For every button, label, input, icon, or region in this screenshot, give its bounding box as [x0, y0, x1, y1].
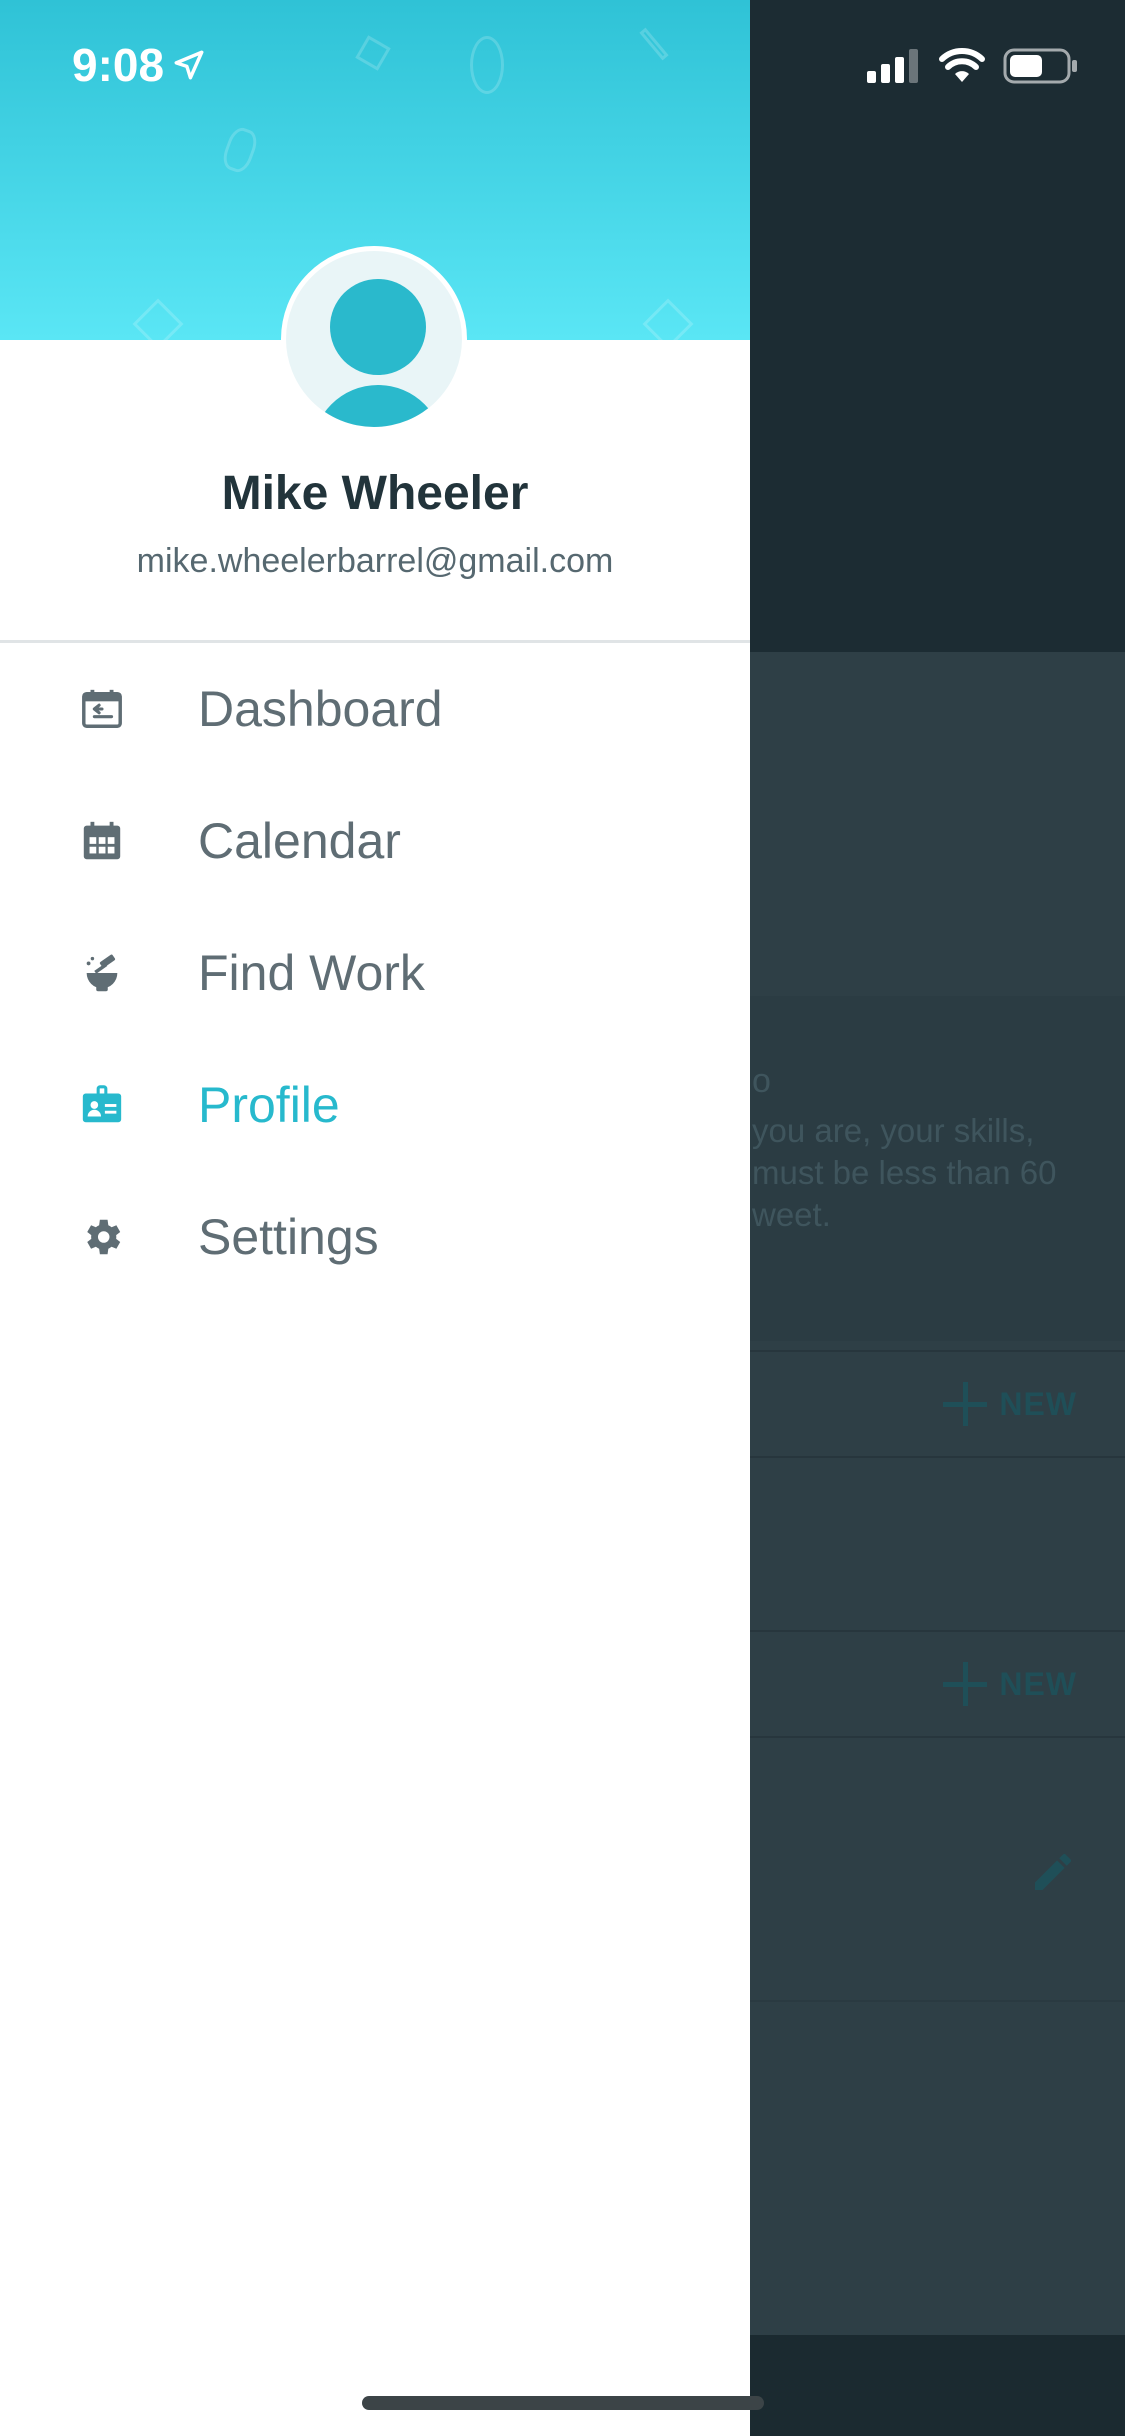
- calendar-arrow-icon: [78, 685, 126, 733]
- background-section-title: o: [752, 1062, 771, 1100]
- find-work-icon: [78, 949, 126, 997]
- header-pattern-shape: [219, 124, 261, 176]
- status-time-text: 9:08: [72, 39, 165, 91]
- header-pattern-shape: [639, 27, 669, 61]
- menu-item-label: Calendar: [198, 813, 401, 869]
- drawer-menu: Dashboard Calendar Find Work Profile Set…: [0, 643, 750, 1303]
- background-new-button: NEW: [943, 1382, 1077, 1426]
- wifi-icon: [939, 48, 985, 82]
- pencil-icon: [1035, 1853, 1071, 1890]
- background-section-description: you are, your skills, must be less than …: [752, 1112, 1057, 1233]
- header-pattern-shape: [470, 36, 504, 94]
- status-time: 9:08: [72, 38, 206, 92]
- background-new-button: NEW: [943, 1662, 1077, 1706]
- menu-item-label: Dashboard: [198, 681, 443, 737]
- calendar-grid-icon: [78, 817, 126, 865]
- navigation-drawer: Mike Wheeler mike.wheelerbarrel@gmail.co…: [0, 0, 750, 2436]
- gear-icon: [78, 1213, 126, 1261]
- user-email: mike.wheelerbarrel@gmail.com: [136, 542, 614, 580]
- menu-item-label: Settings: [198, 1209, 379, 1265]
- plus-icon: [943, 1382, 988, 1426]
- user-name: Mike Wheeler: [221, 467, 529, 520]
- cellular-signal-icon: [867, 49, 918, 83]
- header-pattern-shape: [355, 35, 391, 71]
- user-avatar[interactable]: [281, 246, 467, 432]
- header-pattern-shape: [132, 298, 184, 340]
- menu-item-calendar[interactable]: Calendar: [0, 775, 750, 907]
- header-pattern-shape: [642, 298, 694, 340]
- menu-item-label: Find Work: [198, 945, 425, 1001]
- menu-item-profile[interactable]: Profile: [0, 1039, 750, 1171]
- avatar-body: [312, 385, 444, 427]
- home-indicator[interactable]: [362, 2396, 764, 2410]
- location-arrow-icon: [174, 50, 204, 80]
- plus-icon: [943, 1662, 988, 1706]
- new-label: NEW: [999, 1385, 1077, 1422]
- menu-item-label: Profile: [198, 1077, 340, 1133]
- battery-icon: [1003, 48, 1077, 84]
- status-indicators: [867, 48, 1079, 84]
- menu-item-settings[interactable]: Settings: [0, 1171, 750, 1303]
- menu-item-dashboard[interactable]: Dashboard: [0, 643, 750, 775]
- new-label: NEW: [999, 1665, 1077, 1702]
- menu-item-find-work[interactable]: Find Work: [0, 907, 750, 1039]
- avatar-head: [330, 279, 426, 375]
- id-badge-icon: [78, 1081, 126, 1129]
